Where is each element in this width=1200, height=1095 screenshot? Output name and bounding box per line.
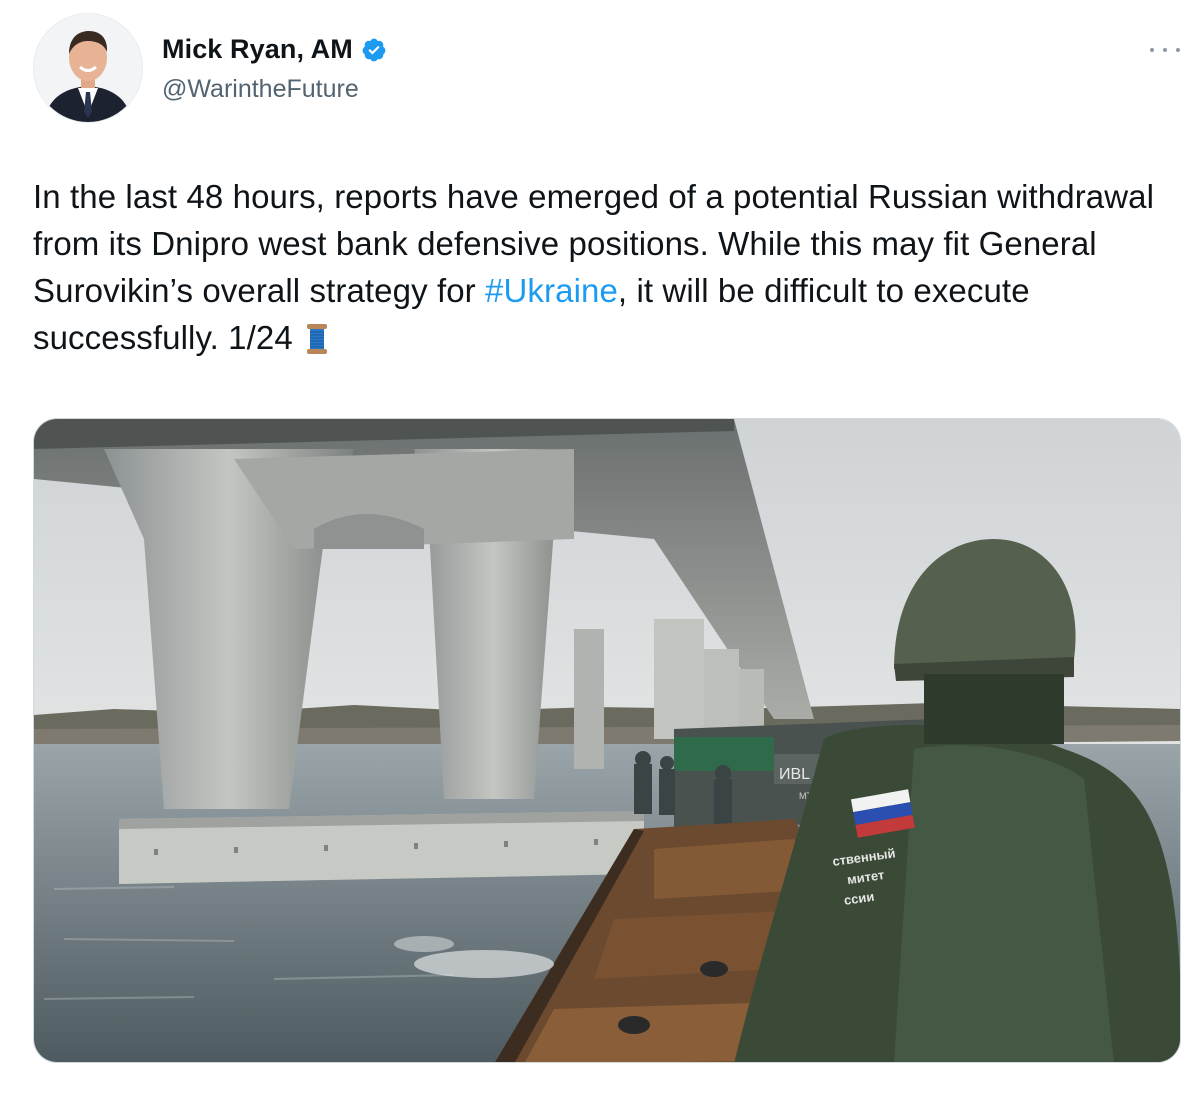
more-dots-icon — [1150, 48, 1154, 52]
bridge-photo: ИВL — МТ Ш — [34, 419, 1180, 1062]
tweet-text: In the last 48 hours, reports have emerg… — [33, 173, 1183, 361]
author-display-name[interactable]: Mick Ryan, AM — [162, 34, 353, 65]
tweet-media-image[interactable]: ИВL — МТ Ш — [33, 418, 1181, 1063]
verified-badge-icon — [361, 37, 387, 63]
more-dots-icon — [1163, 48, 1167, 52]
author-name-row: Mick Ryan, AM — [162, 34, 387, 65]
hashtag-link[interactable]: #Ukraine — [485, 272, 618, 309]
more-options-button[interactable] — [1150, 40, 1180, 60]
avatar-photo — [34, 14, 142, 122]
avatar[interactable] — [33, 13, 143, 123]
author-handle[interactable]: @WarintheFuture — [162, 75, 359, 104]
tweet: Mick Ryan, AM @WarintheFuture In the las… — [0, 0, 1200, 1095]
spool-of-thread-icon — [306, 320, 328, 354]
more-dots-icon — [1176, 48, 1180, 52]
